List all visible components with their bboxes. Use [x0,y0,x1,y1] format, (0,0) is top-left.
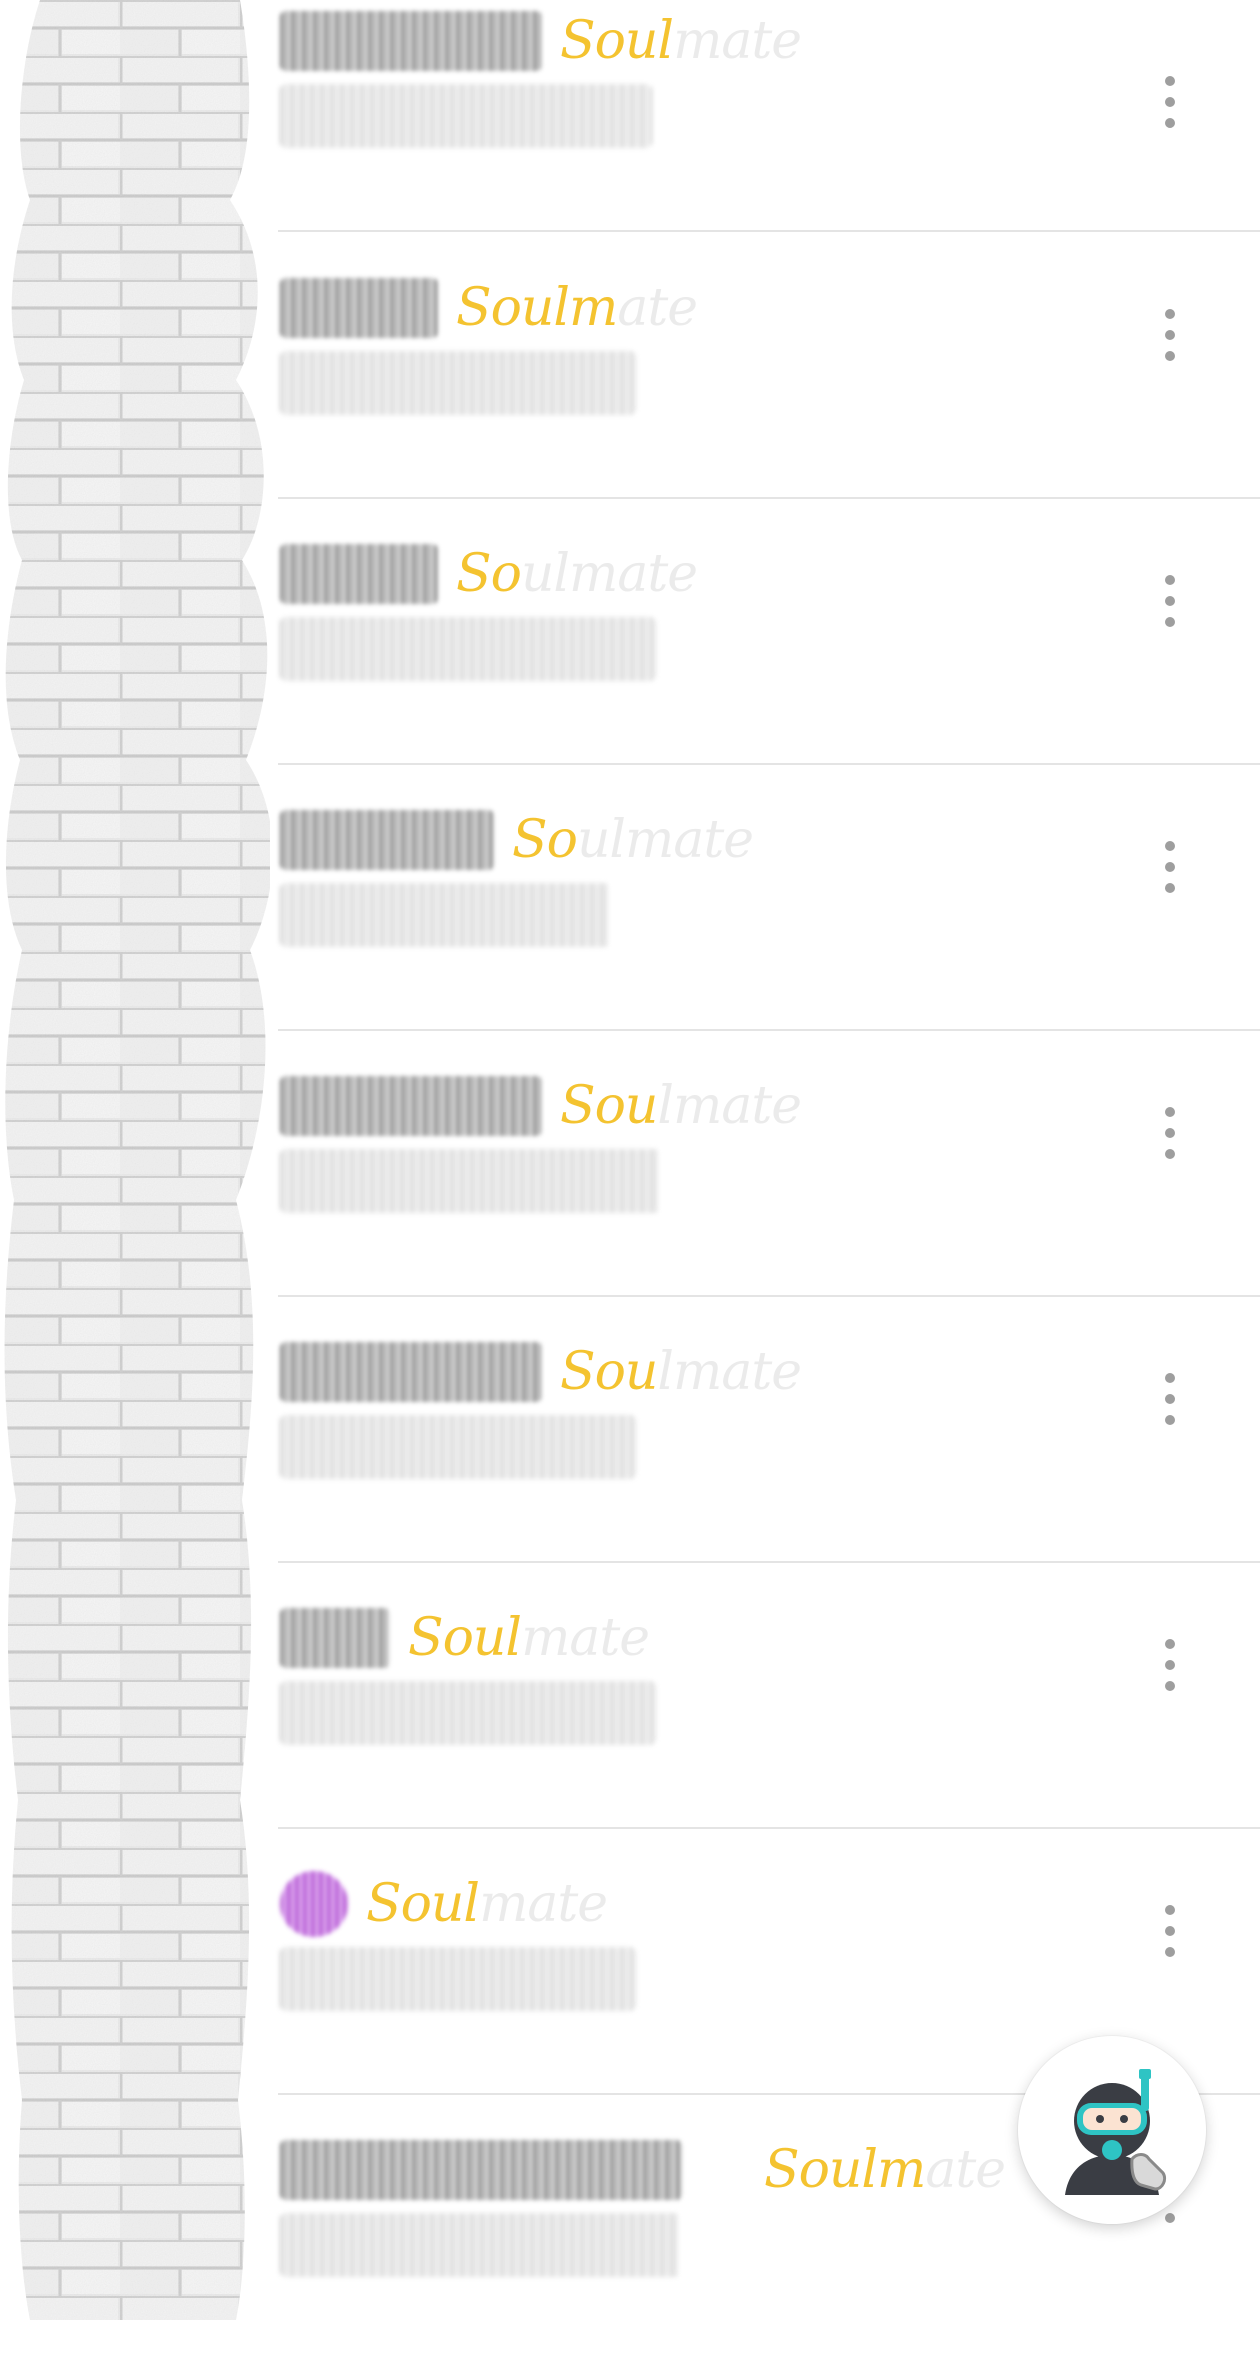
contact-name-line: Soulmate [280,8,802,74]
contact-name-line: Soulmate [280,1073,802,1139]
message-preview-redacted [280,1149,660,1213]
message-preview-redacted [280,84,652,148]
soulmate-brand-tag: Soulmate [456,278,698,338]
message-preview-redacted [280,2213,680,2277]
conversation-row[interactable]: Soulmate [0,1563,1260,1829]
contact-name-line: Soulmate [280,1605,650,1671]
contact-name-line: Soulmate [280,541,698,607]
more-vertical-icon[interactable] [1150,571,1190,631]
message-preview-redacted [280,1415,636,1479]
more-vertical-icon[interactable] [1150,1103,1190,1163]
contact-name-line: Soulmate [280,1871,608,1937]
conversation-list[interactable]: Soulmate Soulmate Soulmate Soulmate Soulmate… [0,0,1260,2320]
contact-name-redacted [280,810,494,870]
soulmate-brand-tag: Soulmate [408,1608,650,1668]
conversation-row[interactable]: Soulmate [0,0,1260,232]
more-vertical-icon[interactable] [1150,72,1190,132]
conversation-row[interactable]: Soulmate [0,233,1260,499]
soulmate-brand-tag: Soulmate [366,1874,608,1934]
conversation-row[interactable]: Soulmate [0,1297,1260,1563]
contact-name-redacted [280,11,542,71]
contact-name-line: Soulmate [280,807,754,873]
soulmate-brand-tag: Soulmate [764,2140,1006,2200]
soulmate-brand-tag: Soulmate [512,810,754,870]
conversation-row[interactable]: Soulmate [0,499,1260,765]
soulmate-brand-tag: Soulmate [560,1076,802,1136]
more-vertical-icon[interactable] [1150,1635,1190,1695]
more-vertical-icon[interactable] [1150,1901,1190,1961]
message-preview-redacted [280,883,610,947]
contact-name-line: Soulmate [280,2137,1006,2203]
soulmate-brand-tag: Soulmate [456,544,698,604]
row-divider [278,230,1260,232]
assistant-fab[interactable] [1018,2036,1206,2224]
message-preview-redacted [280,1681,656,1745]
message-preview-redacted [280,351,636,415]
contact-name-redacted [280,544,438,604]
message-preview-redacted [280,617,656,681]
more-vertical-icon[interactable] [1150,837,1190,897]
contact-name-redacted [280,1076,542,1136]
contact-name-redacted [280,2140,682,2200]
soulmate-brand-tag: Soulmate [560,1342,802,1402]
conversation-row[interactable]: Soulmate [0,1031,1260,1297]
contact-name-redacted [280,278,438,338]
contact-name-line: Soulmate [280,275,698,341]
more-vertical-icon[interactable] [1150,1369,1190,1429]
more-vertical-icon[interactable] [1150,305,1190,365]
diver-avatar-icon [1040,2058,1184,2202]
soulmate-brand-tag: Soulmate [560,11,802,71]
contact-name-redacted [280,1608,390,1668]
contact-name-redacted [280,1342,542,1402]
message-preview-redacted [280,1947,636,2011]
contact-name-line: Soulmate [280,1339,802,1405]
conversation-row[interactable]: Soulmate [0,765,1260,1031]
contact-name-redacted [280,1871,348,1937]
